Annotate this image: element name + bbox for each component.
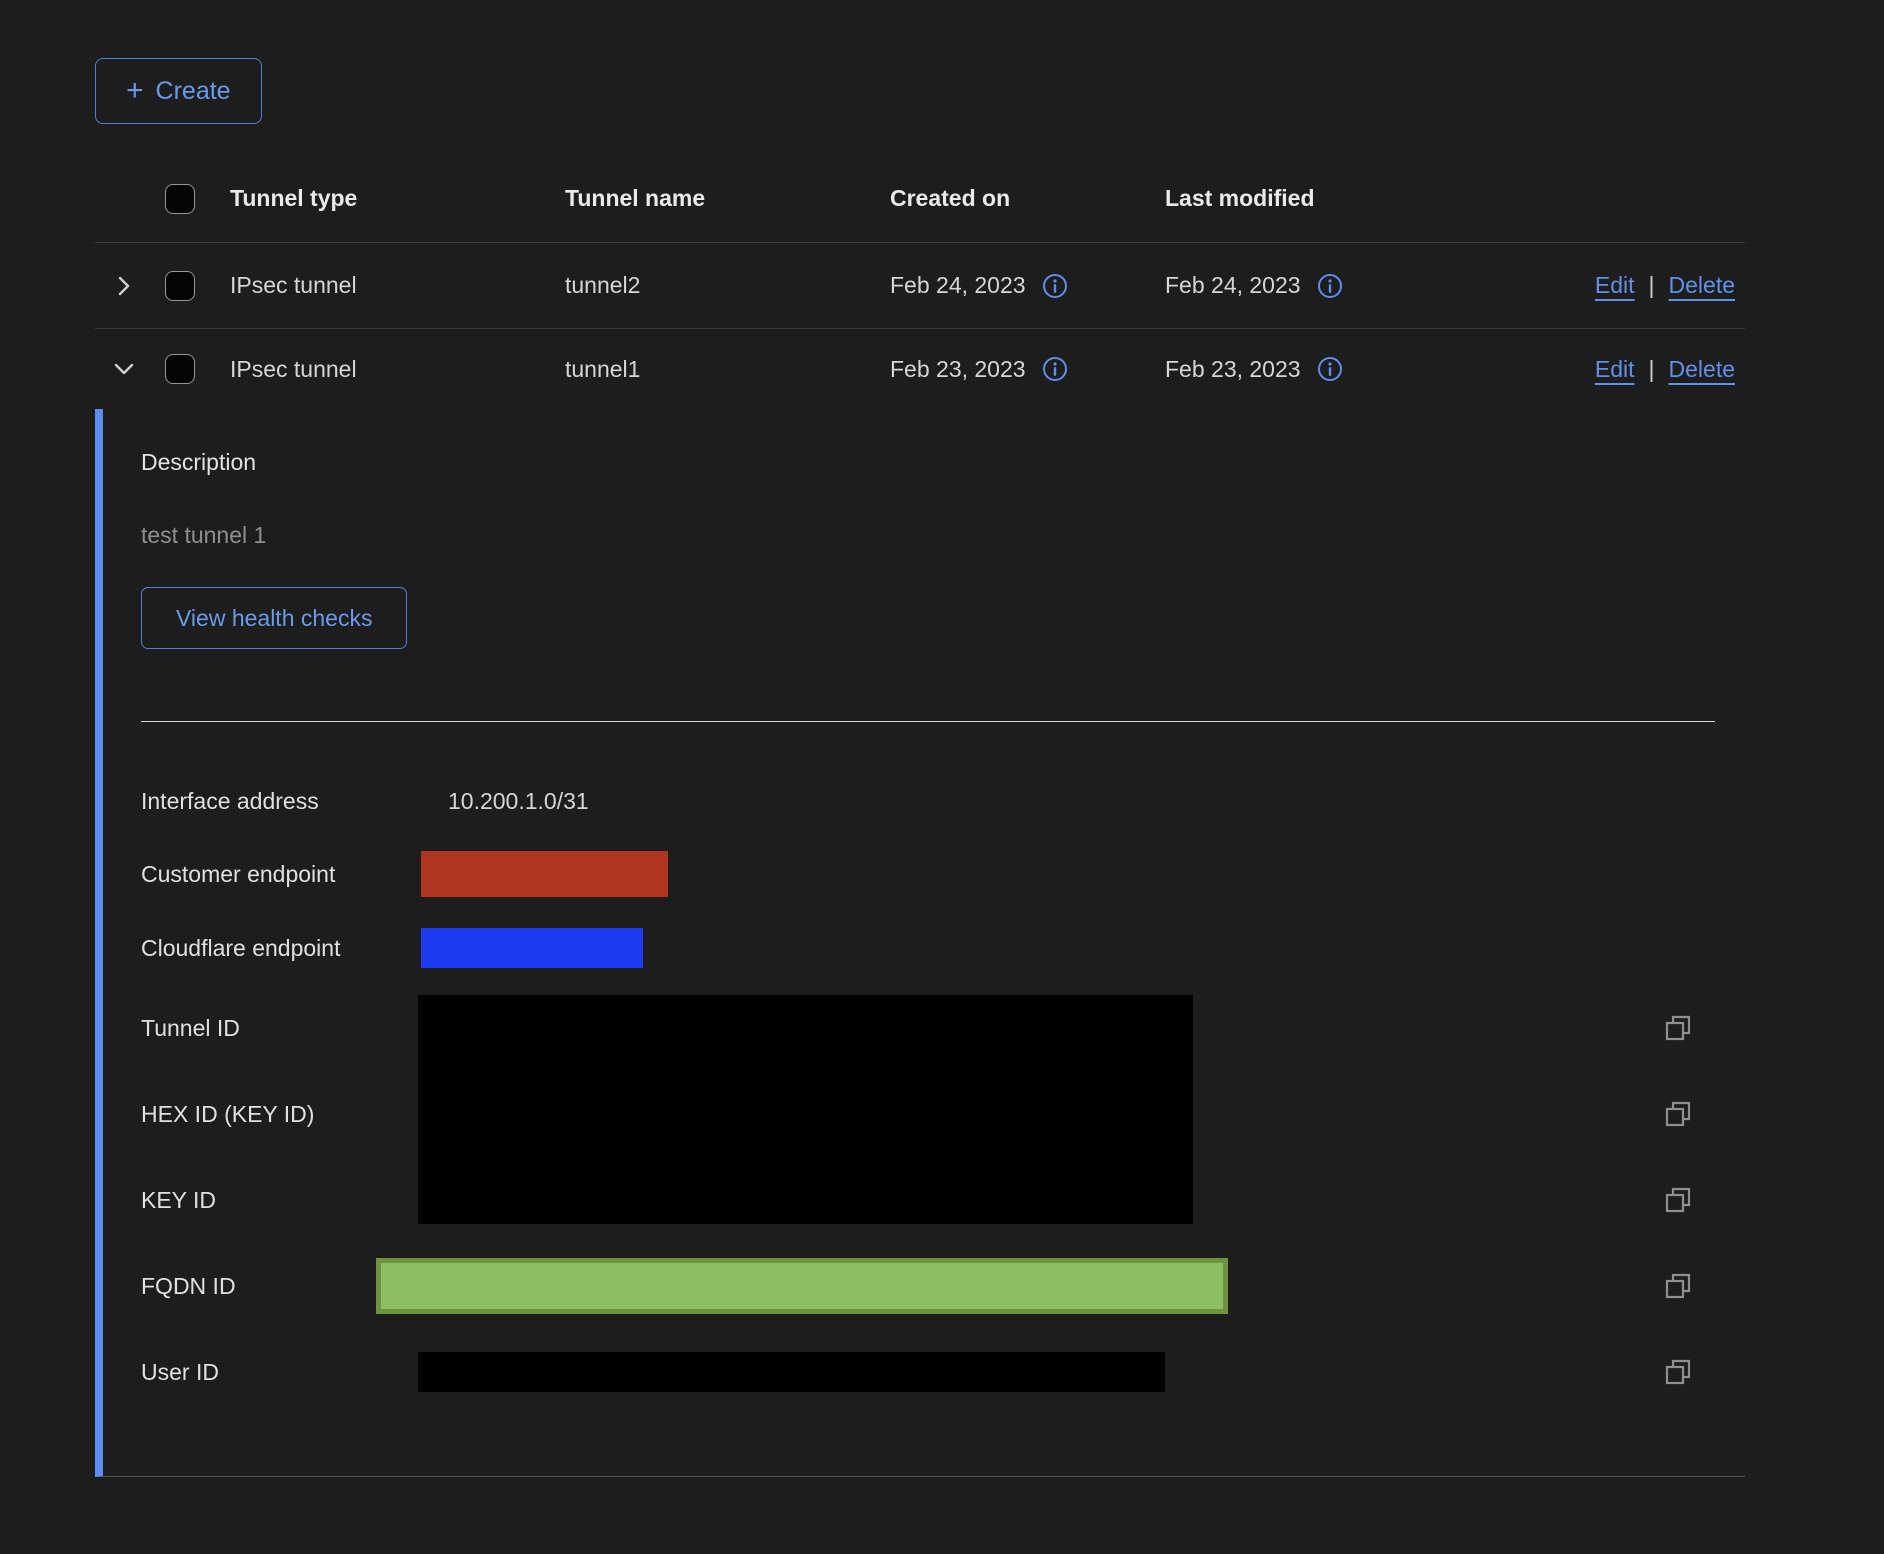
detail-row: Interface address 10.200.1.0/31 [141,765,1745,837]
tunnels-table: Tunnel type Tunnel name Created on Last … [95,155,1745,1477]
expand-row-button[interactable] [107,269,141,303]
customer-endpoint-label: Customer endpoint [141,861,418,888]
delete-link[interactable]: Delete [1669,356,1735,383]
tunnel-details: Interface address 10.200.1.0/31 Customer… [141,765,1745,1415]
copy-button[interactable] [1661,1011,1695,1045]
info-icon[interactable] [1317,273,1343,299]
info-icon[interactable] [1042,273,1068,299]
copy-icon [1663,1185,1693,1215]
detail-row: Tunnel ID [141,985,1745,1071]
copy-icon [1663,1099,1693,1129]
action-separator: | [1649,356,1655,383]
column-header-created-on: Created on [890,185,1165,212]
interface-address-label: Interface address [141,788,418,815]
description-value: test tunnel 1 [141,522,1745,549]
column-header-tunnel-name: Tunnel name [565,185,890,212]
column-header-tunnel-type: Tunnel type [230,185,565,212]
view-health-checks-button[interactable]: View health checks [141,587,407,649]
copy-icon [1663,1271,1693,1301]
chevron-down-icon [111,356,137,382]
copy-button[interactable] [1661,1183,1695,1217]
table-row: IPsec tunnel tunnel2 Feb 24, 2023 Feb 24… [95,243,1745,329]
info-icon[interactable] [1317,356,1343,382]
row-checkbox[interactable] [165,354,195,384]
table-row: IPsec tunnel tunnel1 Feb 23, 2023 Feb 23… [95,329,1745,409]
column-header-last-modified: Last modified [1165,185,1460,212]
section-divider [141,721,1715,722]
copy-icon [1663,1013,1693,1043]
edit-link[interactable]: Edit [1595,272,1635,299]
table-header-row: Tunnel type Tunnel name Created on Last … [95,155,1745,243]
detail-row: KEY ID [141,1157,1745,1243]
chevron-right-icon [111,273,137,299]
created-on-cell: Feb 23, 2023 [890,356,1026,383]
description-label: Description [141,449,1745,476]
copy-button[interactable] [1661,1355,1695,1389]
interface-address-value: 10.200.1.0/31 [418,788,589,815]
detail-row: FQDN ID [141,1243,1745,1329]
collapse-row-button[interactable] [107,352,141,386]
customer-endpoint-redacted-value [421,851,668,897]
edit-link[interactable]: Edit [1595,356,1635,383]
copy-button[interactable] [1661,1097,1695,1131]
copy-icon [1663,1357,1693,1387]
tunnel-name-cell: tunnel1 [565,356,890,383]
tunnel-type-cell: IPsec tunnel [230,356,565,383]
tunnel-type-cell: IPsec tunnel [230,272,565,299]
copy-button[interactable] [1661,1269,1695,1303]
key-id-label: KEY ID [141,1187,418,1214]
view-health-checks-label: View health checks [176,605,372,632]
tunnel-id-label: Tunnel ID [141,1015,418,1042]
detail-row: Cloudflare endpoint [141,911,1745,985]
info-icon[interactable] [1042,356,1068,382]
last-modified-cell: Feb 23, 2023 [1165,356,1301,383]
detail-row: Customer endpoint [141,837,1745,911]
cloudflare-endpoint-redacted-value [421,928,643,968]
tunnels-page: + Create Tunnel type Tunnel name Created… [0,0,1884,1554]
cloudflare-endpoint-label: Cloudflare endpoint [141,935,418,962]
action-separator: | [1649,272,1655,299]
user-id-label: User ID [141,1359,418,1386]
hex-id-label: HEX ID (KEY ID) [141,1101,418,1128]
expanded-tunnel-panel: Description test tunnel 1 View health ch… [95,409,1745,1477]
delete-link[interactable]: Delete [1669,272,1735,299]
last-modified-cell: Feb 24, 2023 [1165,272,1301,299]
fqdn-id-redacted-value [376,1258,1228,1314]
detail-row: HEX ID (KEY ID) [141,1071,1745,1157]
create-button-label: Create [156,77,231,106]
row-checkbox[interactable] [165,271,195,301]
user-id-redacted-value [418,1352,1165,1392]
tunnel-name-cell: tunnel2 [565,272,890,299]
plus-icon: + [126,76,144,106]
detail-row: User ID [141,1329,1745,1415]
create-button[interactable]: + Create [95,58,262,124]
created-on-cell: Feb 24, 2023 [890,272,1026,299]
select-all-checkbox[interactable] [165,184,195,214]
